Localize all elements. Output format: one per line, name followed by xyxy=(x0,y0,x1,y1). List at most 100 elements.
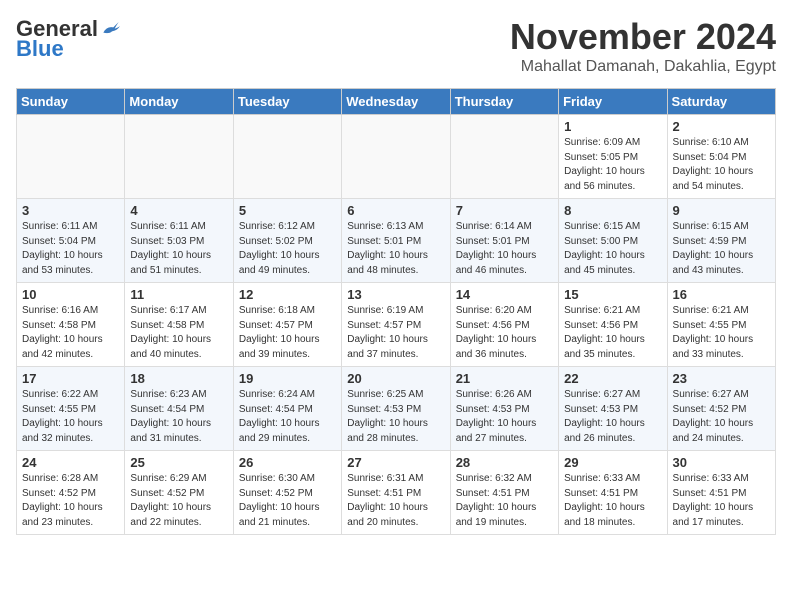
calendar-cell: 24 Sunrise: 6:28 AM Sunset: 4:52 PM Dayli… xyxy=(17,451,125,535)
day-number: 20 xyxy=(347,371,444,386)
day-number: 8 xyxy=(564,203,661,218)
calendar-day-header: Thursday xyxy=(450,89,558,115)
day-number: 21 xyxy=(456,371,553,386)
calendar-cell: 13 Sunrise: 6:19 AM Sunset: 4:57 PM Dayli… xyxy=(342,283,450,367)
calendar-cell: 19 Sunrise: 6:24 AM Sunset: 4:54 PM Dayli… xyxy=(233,367,341,451)
day-info: Sunrise: 6:18 AM Sunset: 4:57 PM Dayligh… xyxy=(239,304,336,362)
calendar-week-row: 1 Sunrise: 6:09 AM Sunset: 5:05 PM Daylig… xyxy=(17,115,776,199)
calendar-cell: 1 Sunrise: 6:09 AM Sunset: 5:05 PM Daylig… xyxy=(559,115,667,199)
day-info: Sunrise: 6:09 AM Sunset: 5:05 PM Dayligh… xyxy=(564,136,661,194)
day-number: 15 xyxy=(564,287,661,302)
day-number: 17 xyxy=(22,371,119,386)
day-number: 18 xyxy=(130,371,227,386)
calendar-cell: 30Sunrise: 6:33 AM Sunset: 4:51 PM Dayli… xyxy=(667,451,775,535)
title-section: November 2024 Mahallat Damanah, Dakahlia… xyxy=(510,16,776,76)
day-number: 14 xyxy=(456,287,553,302)
calendar-cell: 21Sunrise: 6:26 AM Sunset: 4:53 PM Dayli… xyxy=(450,367,558,451)
day-info: Sunrise: 6:24 AM Sunset: 4:54 PM Dayligh… xyxy=(239,388,336,446)
day-info: Sunrise: 6:11 AM Sunset: 5:04 PM Dayligh… xyxy=(22,220,119,278)
calendar-header-row: SundayMondayTuesdayWednesdayThursdayFrid… xyxy=(17,89,776,115)
day-number: 1 xyxy=(564,119,661,134)
calendar-cell: 28 Sunrise: 6:32 AM Sunset: 4:51 PM Dayli… xyxy=(450,451,558,535)
calendar-cell: 8 Sunrise: 6:15 AM Sunset: 5:00 PM Daylig… xyxy=(559,199,667,283)
calendar-cell: 16 Sunrise: 6:21 AM Sunset: 4:55 PM Dayli… xyxy=(667,283,775,367)
day-info: Sunrise: 6:33 AM Sunset: 4:51 PM Dayligh… xyxy=(673,472,770,530)
calendar-cell: 3 Sunrise: 6:11 AM Sunset: 5:04 PM Daylig… xyxy=(17,199,125,283)
day-info: Sunrise: 6:21 AM Sunset: 4:55 PM Dayligh… xyxy=(673,304,770,362)
calendar-day-header: Tuesday xyxy=(233,89,341,115)
day-number: 22 xyxy=(564,371,661,386)
day-number: 11 xyxy=(130,287,227,302)
day-info: Sunrise: 6:25 AM Sunset: 4:53 PM Dayligh… xyxy=(347,388,444,446)
calendar-cell xyxy=(450,115,558,199)
calendar-cell: 12Sunrise: 6:18 AM Sunset: 4:57 PM Dayli… xyxy=(233,283,341,367)
day-number: 28 xyxy=(456,455,553,470)
day-info: Sunrise: 6:16 AM Sunset: 4:58 PM Dayligh… xyxy=(22,304,119,362)
day-info: Sunrise: 6:10 AM Sunset: 5:04 PM Dayligh… xyxy=(673,136,770,194)
calendar-day-header: Friday xyxy=(559,89,667,115)
day-number: 26 xyxy=(239,455,336,470)
day-info: Sunrise: 6:32 AM Sunset: 4:51 PM Dayligh… xyxy=(456,472,553,530)
day-number: 19 xyxy=(239,371,336,386)
day-number: 3 xyxy=(22,203,119,218)
day-info: Sunrise: 6:15 AM Sunset: 5:00 PM Dayligh… xyxy=(564,220,661,278)
logo-bird-icon xyxy=(100,19,120,39)
calendar-cell: 10 Sunrise: 6:16 AM Sunset: 4:58 PM Dayli… xyxy=(17,283,125,367)
day-info: Sunrise: 6:23 AM Sunset: 4:54 PM Dayligh… xyxy=(130,388,227,446)
day-number: 13 xyxy=(347,287,444,302)
calendar-cell: 17 Sunrise: 6:22 AM Sunset: 4:55 PM Dayli… xyxy=(17,367,125,451)
calendar-day-header: Saturday xyxy=(667,89,775,115)
day-info: Sunrise: 6:22 AM Sunset: 4:55 PM Dayligh… xyxy=(22,388,119,446)
day-info: Sunrise: 6:14 AM Sunset: 5:01 PM Dayligh… xyxy=(456,220,553,278)
calendar-day-header: Wednesday xyxy=(342,89,450,115)
day-info: Sunrise: 6:29 AM Sunset: 4:52 PM Dayligh… xyxy=(130,472,227,530)
day-info: Sunrise: 6:11 AM Sunset: 5:03 PM Dayligh… xyxy=(130,220,227,278)
calendar-cell: 7 Sunrise: 6:14 AM Sunset: 5:01 PM Daylig… xyxy=(450,199,558,283)
day-number: 24 xyxy=(22,455,119,470)
day-number: 27 xyxy=(347,455,444,470)
day-number: 23 xyxy=(673,371,770,386)
calendar-week-row: 17 Sunrise: 6:22 AM Sunset: 4:55 PM Dayli… xyxy=(17,367,776,451)
month-title: November 2024 xyxy=(510,16,776,58)
calendar-cell: 6 Sunrise: 6:13 AM Sunset: 5:01 PM Daylig… xyxy=(342,199,450,283)
calendar-table: SundayMondayTuesdayWednesdayThursdayFrid… xyxy=(16,88,776,535)
calendar-cell xyxy=(233,115,341,199)
day-info: Sunrise: 6:13 AM Sunset: 5:01 PM Dayligh… xyxy=(347,220,444,278)
day-number: 5 xyxy=(239,203,336,218)
page-header: General Blue November 2024 Mahallat Dama… xyxy=(16,16,776,76)
calendar-week-row: 10 Sunrise: 6:16 AM Sunset: 4:58 PM Dayli… xyxy=(17,283,776,367)
day-info: Sunrise: 6:15 AM Sunset: 4:59 PM Dayligh… xyxy=(673,220,770,278)
calendar-week-row: 24 Sunrise: 6:28 AM Sunset: 4:52 PM Dayli… xyxy=(17,451,776,535)
calendar-cell xyxy=(125,115,233,199)
calendar-cell: 5Sunrise: 6:12 AM Sunset: 5:02 PM Daylig… xyxy=(233,199,341,283)
day-number: 9 xyxy=(673,203,770,218)
day-info: Sunrise: 6:31 AM Sunset: 4:51 PM Dayligh… xyxy=(347,472,444,530)
day-info: Sunrise: 6:28 AM Sunset: 4:52 PM Dayligh… xyxy=(22,472,119,530)
day-info: Sunrise: 6:20 AM Sunset: 4:56 PM Dayligh… xyxy=(456,304,553,362)
day-number: 2 xyxy=(673,119,770,134)
calendar-cell: 23 Sunrise: 6:27 AM Sunset: 4:52 PM Dayli… xyxy=(667,367,775,451)
calendar-cell xyxy=(342,115,450,199)
day-number: 10 xyxy=(22,287,119,302)
day-number: 4 xyxy=(130,203,227,218)
calendar-cell: 26 Sunrise: 6:30 AM Sunset: 4:52 PM Dayli… xyxy=(233,451,341,535)
calendar-cell: 25 Sunrise: 6:29 AM Sunset: 4:52 PM Dayli… xyxy=(125,451,233,535)
day-number: 7 xyxy=(456,203,553,218)
day-number: 16 xyxy=(673,287,770,302)
day-info: Sunrise: 6:30 AM Sunset: 4:52 PM Dayligh… xyxy=(239,472,336,530)
calendar-cell: 20 Sunrise: 6:25 AM Sunset: 4:53 PM Dayli… xyxy=(342,367,450,451)
day-info: Sunrise: 6:17 AM Sunset: 4:58 PM Dayligh… xyxy=(130,304,227,362)
calendar-cell: 4 Sunrise: 6:11 AM Sunset: 5:03 PM Daylig… xyxy=(125,199,233,283)
calendar-cell: 2 Sunrise: 6:10 AM Sunset: 5:04 PM Daylig… xyxy=(667,115,775,199)
day-info: Sunrise: 6:27 AM Sunset: 4:53 PM Dayligh… xyxy=(564,388,661,446)
logo-blue: Blue xyxy=(16,36,64,62)
day-info: Sunrise: 6:27 AM Sunset: 4:52 PM Dayligh… xyxy=(673,388,770,446)
day-info: Sunrise: 6:19 AM Sunset: 4:57 PM Dayligh… xyxy=(347,304,444,362)
day-number: 25 xyxy=(130,455,227,470)
calendar-cell: 11 Sunrise: 6:17 AM Sunset: 4:58 PM Dayli… xyxy=(125,283,233,367)
day-number: 6 xyxy=(347,203,444,218)
calendar-cell: 9 Sunrise: 6:15 AM Sunset: 4:59 PM Daylig… xyxy=(667,199,775,283)
calendar-week-row: 3 Sunrise: 6:11 AM Sunset: 5:04 PM Daylig… xyxy=(17,199,776,283)
calendar-cell: 15Sunrise: 6:21 AM Sunset: 4:56 PM Dayli… xyxy=(559,283,667,367)
subtitle: Mahallat Damanah, Dakahlia, Egypt xyxy=(510,58,776,76)
